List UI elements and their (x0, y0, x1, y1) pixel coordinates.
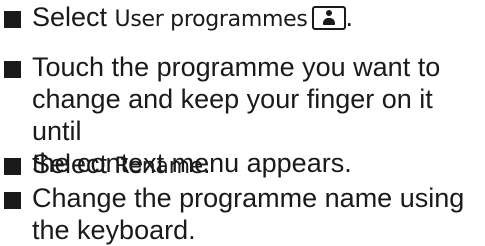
user-programmes-icon (311, 6, 346, 30)
step-prefix: Select (32, 2, 115, 32)
ui-term-rename: Rename (114, 154, 204, 179)
bullet-square (4, 11, 21, 28)
step-suffix: . (202, 149, 211, 179)
ui-term-user-programmes: User programmes (114, 7, 308, 32)
step-line: change and keep your finger on it until (32, 84, 433, 146)
step-text: Select User programmes. (32, 1, 482, 36)
step-line: Touch the programme you want to (32, 52, 441, 82)
bullet-square (4, 192, 21, 209)
bullet-square (4, 61, 21, 78)
step-prefix: Select (32, 149, 115, 179)
step-text: Change the programme name using the keyb… (32, 182, 482, 246)
step-line: Change the programme name using (32, 183, 465, 213)
step-text: Select Rename. (32, 148, 482, 183)
step-line: the keyboard. (32, 215, 196, 245)
bullet-square (4, 158, 21, 175)
step-suffix: . (345, 2, 354, 32)
